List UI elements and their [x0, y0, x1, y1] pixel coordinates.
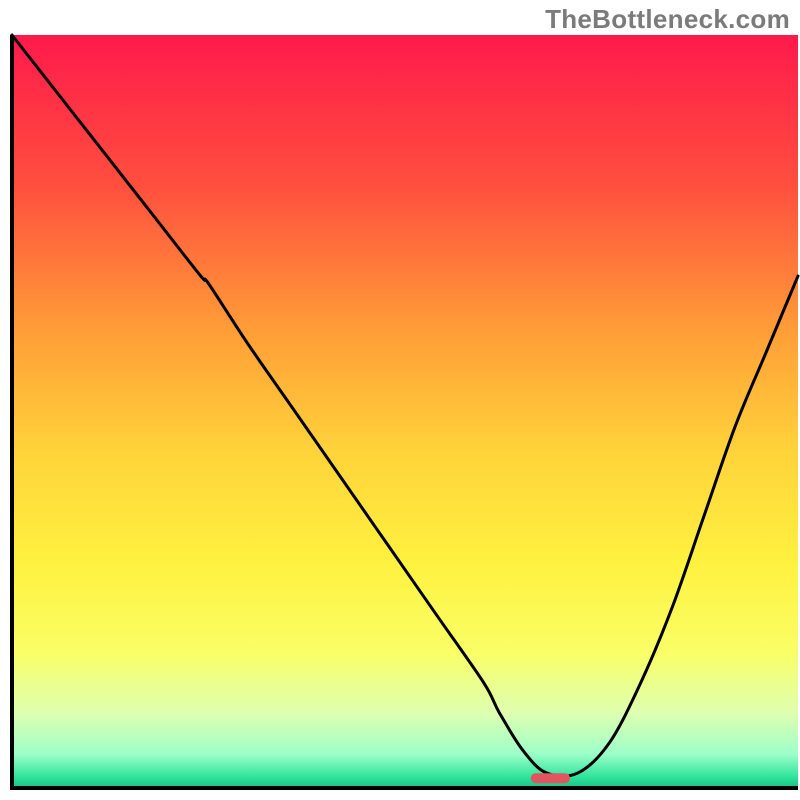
gradient-background: [12, 35, 798, 788]
chart-container: TheBottleneck.com: [0, 0, 800, 800]
minimum-marker: [531, 773, 570, 783]
bottleneck-plot: [0, 0, 800, 800]
